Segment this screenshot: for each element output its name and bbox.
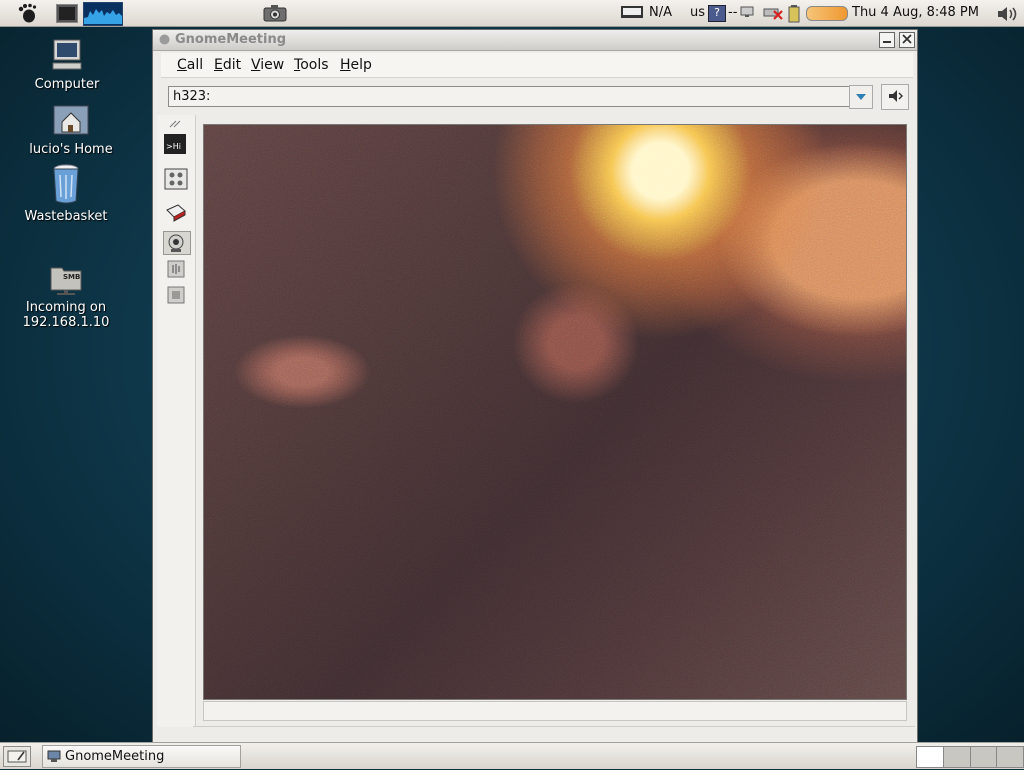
home-folder-icon (51, 100, 91, 138)
menu-view[interactable]: View (251, 57, 284, 73)
minimize-button[interactable] (879, 32, 895, 48)
desktop-icon-home[interactable]: lucio's Home (19, 100, 123, 157)
desktop-icon-label: lucio's Home (29, 142, 113, 157)
volume-icon[interactable] (996, 5, 1020, 21)
smb-badge: SMB (63, 273, 81, 281)
top-panel: N/A us ? -- Thu 4 Aug, 8:48 PM (0, 0, 1024, 27)
wastebasket-icon (51, 163, 81, 205)
video-settings-button[interactable] (163, 283, 191, 307)
show-desktop-button[interactable] (3, 746, 31, 767)
gnomemeeting-app-icon (47, 749, 61, 767)
video-preview-toggle[interactable] (163, 231, 191, 255)
toolbar-grip-icon[interactable] (169, 117, 181, 132)
menu-tools[interactable]: Tools (294, 57, 329, 73)
workspace-2[interactable] (943, 747, 971, 767)
help-tray-icon[interactable]: ? (708, 5, 726, 22)
menu-help[interactable]: Help (340, 57, 372, 73)
window-bottom-edge (193, 726, 915, 741)
network-status-text: -- (728, 5, 738, 20)
desktop-icon-wastebasket[interactable]: Wastebasket (14, 163, 118, 224)
system-monitor-applet[interactable] (83, 2, 123, 26)
address-toolbar (161, 82, 913, 112)
menu-edit[interactable]: Edit (214, 57, 241, 73)
address-history-dropdown[interactable] (849, 85, 873, 109)
gnomemeeting-window: GnomeMeeting Call Edit View Tools Help >… (152, 29, 918, 744)
keyboard-status-text: N/A (649, 5, 672, 20)
network-disconnected-icon[interactable] (762, 5, 784, 20)
video-noise (204, 125, 906, 699)
battery-charge-bar (806, 6, 848, 21)
text-chat-button[interactable]: >Hi (163, 133, 191, 157)
workspace-4[interactable] (997, 747, 1023, 767)
connect-button[interactable] (881, 84, 909, 110)
video-display (203, 124, 907, 700)
menu-call[interactable]: Call (177, 57, 203, 73)
desktop-icon-computer[interactable]: Computer (15, 37, 119, 92)
keyboard-indicator-icon[interactable] (620, 5, 644, 20)
window-title: GnomeMeeting (175, 32, 287, 47)
desktop-icon-label: Wastebasket (24, 209, 108, 224)
taskbar-item-gnomemeeting[interactable]: GnomeMeeting (42, 745, 241, 768)
workspace-1[interactable] (917, 747, 944, 767)
taskbar-item-label: GnomeMeeting (65, 749, 165, 764)
bottom-panel: GnomeMeeting (0, 742, 1024, 769)
gnome-foot-menu-icon[interactable] (14, 2, 40, 24)
terminal-launcher-icon[interactable] (55, 2, 79, 24)
screenshot-camera-icon[interactable] (262, 2, 288, 24)
workspace-3[interactable] (970, 747, 998, 767)
menubar: Call Edit View Tools Help (161, 53, 913, 78)
dialpad-button[interactable] (163, 167, 191, 191)
address-book-icon[interactable] (163, 201, 191, 225)
window-titlebar[interactable]: GnomeMeeting (153, 30, 917, 51)
clock[interactable]: Thu 4 Aug, 8:48 PM (852, 5, 979, 20)
battery-tray-icon (788, 5, 800, 23)
desktop-icon-label-line1: Incoming on (25, 300, 107, 315)
keyboard-layout-text[interactable]: us (690, 5, 705, 20)
desktop-icon-label-line2: 192.168.1.10 (22, 315, 110, 330)
address-input[interactable] (168, 86, 852, 107)
network-folder-icon: SMB (49, 262, 83, 296)
window-menu-icon[interactable] (158, 33, 171, 50)
desktop-icon-smb-share[interactable]: SMB Incoming on 192.168.1.10 (14, 262, 118, 330)
close-button[interactable] (899, 32, 915, 48)
workspace-switcher (916, 746, 1024, 768)
side-toolbar: >Hi (157, 115, 196, 727)
status-bar (203, 701, 907, 721)
audio-settings-button[interactable] (163, 257, 191, 281)
computer-icon (49, 37, 85, 73)
monitor-tray-icon[interactable] (740, 5, 754, 20)
desktop-icon-label: Computer (34, 77, 100, 92)
